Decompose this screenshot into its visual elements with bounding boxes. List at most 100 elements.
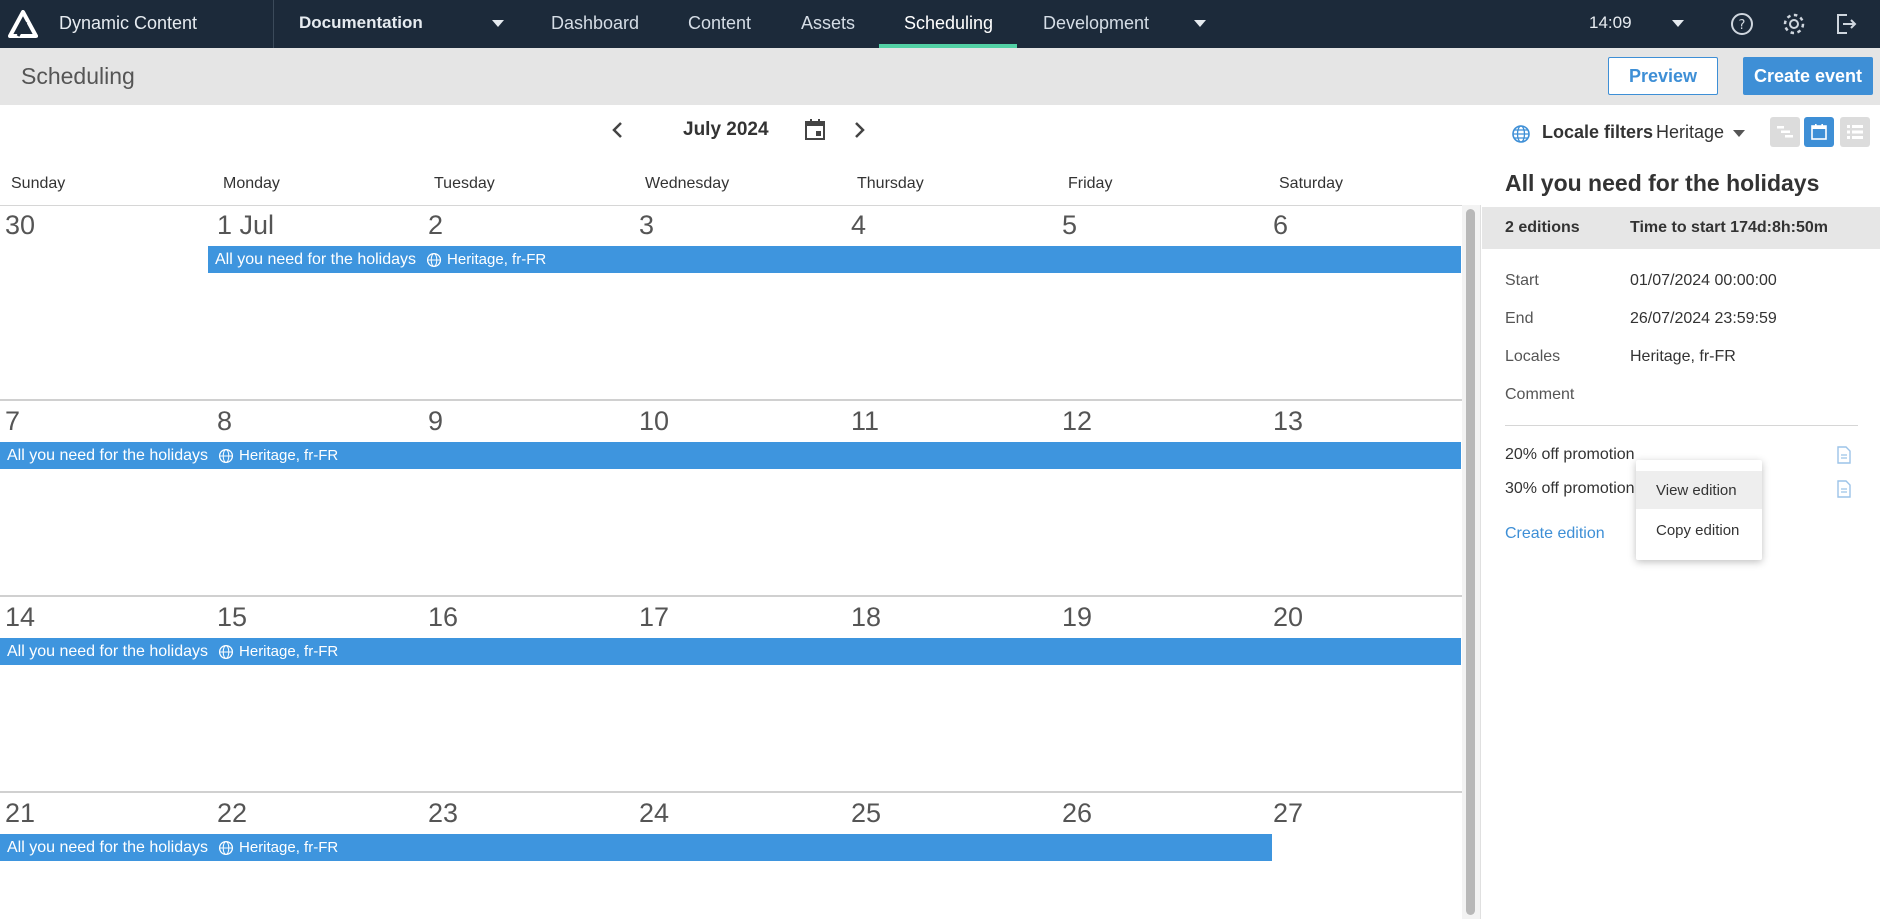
comment-label: Comment [1505,386,1575,403]
locales-label: Locales [1505,348,1561,365]
day-number[interactable]: 5 [1062,210,1077,241]
end-value: 26/07/2024 23:59:59 [1630,310,1777,327]
edition-context-menu: View edition Copy edition [1636,460,1762,560]
day-number[interactable]: 4 [851,210,866,241]
create-edition-link[interactable]: Create edition [1505,525,1605,543]
weekday-header: Wednesday [645,175,730,192]
event-bar[interactable]: All you need for the holidays Heritage, f… [208,246,1461,273]
day-number[interactable]: 26 [1062,798,1092,829]
next-month-chevron-right-icon[interactable] [847,118,871,142]
day-number[interactable]: 8 [217,406,232,437]
list-icon [1847,125,1863,139]
edition-item[interactable]: 20% off promotion [1505,446,1635,464]
event-locales: Heritage, fr-FR [239,447,339,464]
preview-button[interactable]: Preview [1608,57,1718,95]
locale-filter-select[interactable]: Heritage [1656,122,1724,143]
day-number[interactable]: 22 [217,798,247,829]
day-number[interactable]: 27 [1273,798,1303,829]
day-number[interactable]: 12 [1062,406,1092,437]
edition-item[interactable]: 30% off promotion [1505,480,1635,498]
day-number[interactable]: 3 [639,210,654,241]
day-number[interactable]: 7 [5,406,20,437]
day-number[interactable]: 30 [5,210,35,241]
previous-month-chevron-left-icon[interactable] [606,118,630,142]
globe-icon [218,644,234,660]
day-number[interactable]: 2 [428,210,443,241]
event-bar[interactable]: All you need for the holidays Heritage, f… [0,638,1461,665]
event-name: All you need for the holidays [7,642,209,660]
logout-icon[interactable] [1833,11,1859,37]
calendar-icon [1811,124,1827,140]
create-event-button[interactable]: Create event [1743,57,1873,95]
locales-value: Heritage, fr-FR [1630,348,1736,365]
hub-selector[interactable]: Documentation [299,13,423,33]
day-number[interactable]: 16 [428,602,458,633]
day-number[interactable]: 6 [1273,210,1288,241]
nav-dashboard[interactable]: Dashboard [551,13,639,34]
day-number[interactable]: 23 [428,798,458,829]
day-number[interactable]: 1 Jul [217,210,274,241]
timeline-view-button[interactable] [1770,117,1800,147]
weekday-header: Monday [223,175,280,192]
event-bar[interactable]: All you need for the holidays Heritage, f… [0,834,1272,861]
nav-scheduling[interactable]: Scheduling [904,13,993,34]
start-value: 01/07/2024 00:00:00 [1630,272,1777,289]
editions-count: 2 editions [1505,219,1580,236]
day-number[interactable]: 15 [217,602,247,633]
day-number[interactable]: 21 [5,798,35,829]
edition-document-icon[interactable] [1836,446,1852,464]
day-number[interactable]: 17 [639,602,669,633]
day-number[interactable]: 11 [851,406,879,437]
day-number[interactable]: 20 [1273,602,1303,633]
start-label: Start [1505,272,1539,289]
week-divider [0,791,1462,793]
settings-gear-icon[interactable] [1781,11,1807,37]
globe-icon [1512,125,1530,143]
day-number[interactable]: 14 [5,602,35,633]
clock-chevron-down-icon[interactable] [1672,20,1684,27]
weekday-header: Friday [1068,175,1113,192]
clock[interactable]: 14:09 [1589,13,1632,33]
hub-chevron-down-icon[interactable] [492,20,504,27]
event-detail-title: All you need for the holidays [1505,170,1820,196]
help-icon[interactable]: ? [1729,11,1755,37]
locale-filters-label: Locale filters [1542,122,1654,142]
calendar-scrollbar-thumb[interactable] [1466,209,1475,915]
day-number[interactable]: 25 [851,798,881,829]
timeline-icon [1777,126,1793,138]
nav-assets[interactable]: Assets [801,13,855,34]
calendar-picker-icon[interactable] [802,117,828,143]
globe-icon [218,840,234,856]
locale-chevron-down-icon[interactable] [1733,130,1745,137]
panel-border [1480,205,1481,919]
calendar-top-divider [0,205,1462,206]
nav-development[interactable]: Development [1043,13,1149,34]
weekday-header: Thursday [857,175,924,192]
day-number[interactable]: 13 [1273,406,1303,437]
day-number[interactable]: 10 [639,406,669,437]
list-view-button[interactable] [1840,117,1870,147]
day-number[interactable]: 19 [1062,602,1092,633]
weekday-header: Saturday [1279,175,1344,192]
app-logo-icon[interactable] [8,10,38,38]
day-number[interactable]: 24 [639,798,669,829]
day-number[interactable]: 9 [428,406,443,437]
week-divider [0,595,1462,597]
edition-document-icon[interactable] [1836,480,1852,498]
calendar-view-button[interactable] [1804,117,1834,147]
week-divider [0,399,1462,401]
day-number[interactable]: 18 [851,602,881,633]
weekday-header: Tuesday [434,175,495,192]
copy-edition-menu-item[interactable]: Copy edition [1636,511,1762,549]
nav-content[interactable]: Content [688,13,751,34]
panel-divider [1505,425,1858,426]
current-month: July 2024 [683,119,769,140]
event-locales: Heritage, fr-FR [239,643,339,660]
development-chevron-down-icon[interactable] [1194,20,1206,27]
event-bar[interactable]: All you need for the holidays Heritage, f… [0,442,1461,469]
page-header: Scheduling [0,48,1880,105]
weekday-header: Sunday [11,175,66,192]
app-name: Dynamic Content [59,13,198,33]
view-edition-menu-item[interactable]: View edition [1636,471,1762,509]
nav-divider [273,0,274,48]
